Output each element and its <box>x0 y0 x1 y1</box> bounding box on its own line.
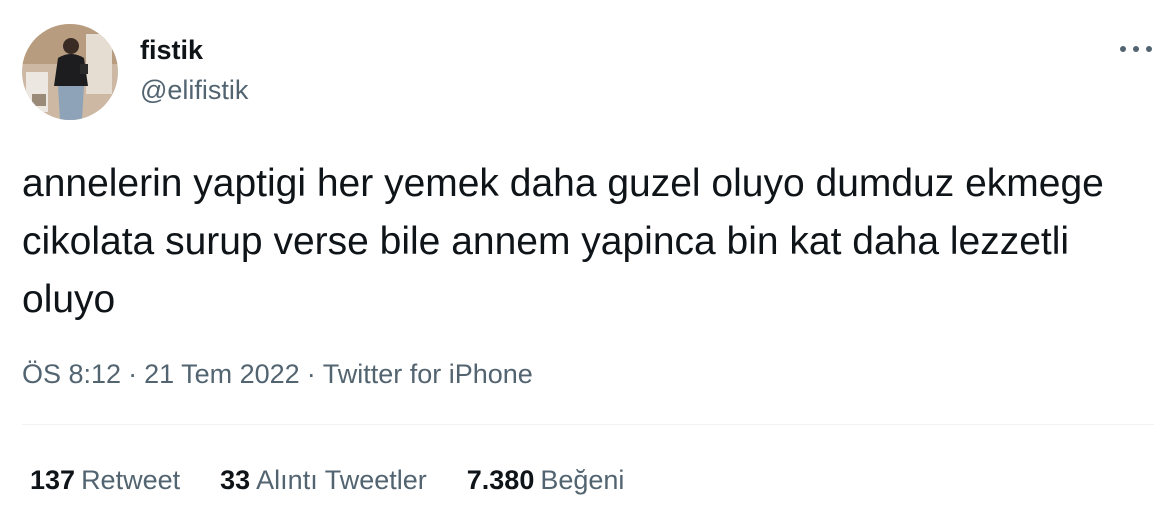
profile-photo-icon <box>22 24 118 120</box>
like-stat[interactable]: 7.380 Beğeni <box>467 462 625 498</box>
tweet-stats: 137 Retweet 33 Alıntı Tweetler 7.380 Beğeni <box>30 462 664 498</box>
retweet-label: Retweet <box>81 465 181 495</box>
tweet-source[interactable]: Twitter for iPhone <box>323 359 533 389</box>
divider <box>22 424 1154 425</box>
meta-separator: · <box>306 359 316 389</box>
tweet-date[interactable]: 21 Tem 2022 <box>144 359 300 389</box>
quote-count: 33 <box>220 465 251 495</box>
meta-separator: · <box>128 359 138 389</box>
retweet-count: 137 <box>30 465 76 495</box>
author-display-name[interactable]: fistik <box>140 32 248 68</box>
quote-stat[interactable]: 33 Alıntı Tweetler <box>220 462 427 498</box>
author-handle[interactable]: @elifistik <box>140 72 248 108</box>
like-count: 7.380 <box>466 465 535 495</box>
more-dots-icon <box>1120 46 1152 52</box>
quote-label: Alıntı Tweetler <box>256 465 427 495</box>
avatar[interactable] <box>22 24 118 120</box>
retweet-stat[interactable]: 137 Retweet <box>30 462 180 498</box>
tweet-text: annelerin yaptigi her yemek daha guzel o… <box>22 162 1104 321</box>
like-label: Beğeni <box>540 465 625 495</box>
more-options-button[interactable] <box>1116 34 1156 64</box>
tweet-meta: ÖS 8:12 · 21 Tem 2022 · Twitter for iPhone <box>22 356 533 392</box>
tweet-author: fistik @elifistik <box>140 32 248 108</box>
tweet-time[interactable]: ÖS 8:12 <box>22 359 121 389</box>
